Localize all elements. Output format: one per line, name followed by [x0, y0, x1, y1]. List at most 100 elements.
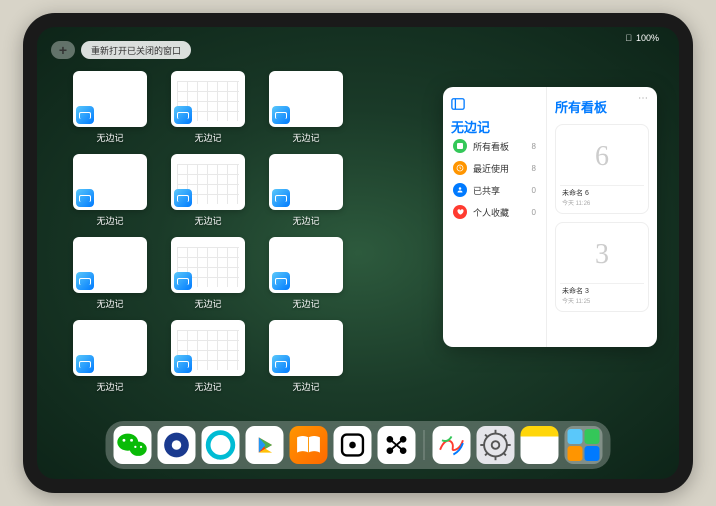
board-card[interactable]: 6 未命名 6 今天 11:26 — [555, 124, 649, 214]
tile-label: 无边记 — [194, 131, 221, 144]
freeform-app-icon — [174, 189, 192, 207]
app-window-tile[interactable]: 无边记 — [263, 154, 349, 227]
tile-label: 无边记 — [292, 297, 319, 310]
dots-icon[interactable] — [378, 426, 416, 464]
tile-label: 无边记 — [194, 214, 221, 227]
tile-label: 无边记 — [96, 380, 123, 393]
app-window-tile[interactable]: 无边记 — [67, 320, 153, 393]
boards-icon — [453, 139, 467, 153]
freeform-app-icon — [76, 106, 94, 124]
settings-icon[interactable] — [477, 426, 515, 464]
app-window-tile[interactable]: 无边记 — [165, 237, 251, 310]
mini-app-icon — [568, 429, 583, 444]
panel-item-share[interactable]: 已共享 0 — [451, 180, 538, 200]
app-window-tile[interactable]: 无边记 — [67, 71, 153, 144]
freeform-app-icon — [174, 355, 192, 373]
tile-label: 无边记 — [292, 131, 319, 144]
panel-item-clock[interactable]: 最近使用 8 — [451, 158, 538, 178]
board-card[interactable]: 3 未命名 3 今天 11:25 — [555, 222, 649, 312]
app-window-tile[interactable]: 无边记 — [263, 320, 349, 393]
item-count: 0 — [532, 208, 536, 217]
notes-icon[interactable] — [521, 426, 559, 464]
board-preview: 3 — [560, 227, 644, 283]
panel-right: ⋯ 所有看板 6 未命名 6 今天 11:26 3 未命名 3 今天 11:25 — [547, 87, 657, 347]
dice-icon[interactable] — [334, 426, 372, 464]
mini-app-icon — [585, 429, 600, 444]
tile-preview — [73, 237, 147, 293]
share-icon — [453, 183, 467, 197]
board-info: 未命名 3 今天 11:25 — [560, 283, 644, 307]
tile-label: 无边记 — [194, 380, 221, 393]
tile-label: 无边记 — [96, 131, 123, 144]
tile-preview — [269, 320, 343, 376]
books-icon[interactable] — [290, 426, 328, 464]
board-preview: 6 — [560, 129, 644, 185]
tile-preview — [73, 154, 147, 210]
freeform-app-icon — [76, 355, 94, 373]
top-controls: + 重新打开已关闭的窗口 — [51, 41, 191, 59]
tile-label: 无边记 — [96, 297, 123, 310]
svg-text:HD: HD — [216, 455, 224, 461]
app-window-tile[interactable]: 无边记 — [165, 71, 251, 144]
freeform-app-icon — [76, 189, 94, 207]
tile-preview — [269, 154, 343, 210]
panel-item-boards[interactable]: 所有看板 8 — [451, 136, 538, 156]
item-count: 8 — [532, 142, 536, 151]
app-window-tile[interactable]: 无边记 — [67, 154, 153, 227]
panel-left: 无边记 所有看板 8 最近使用 8 已共享 0 个人收藏 0 — [443, 87, 547, 347]
freeform-icon[interactable] — [433, 426, 471, 464]
freeform-app-icon — [272, 355, 290, 373]
tile-preview — [171, 237, 245, 293]
heart-icon — [453, 205, 467, 219]
item-count: 0 — [532, 186, 536, 195]
board-time: 今天 11:25 — [562, 296, 642, 305]
freeform-app-icon — [76, 272, 94, 290]
item-label: 所有看板 — [473, 140, 526, 153]
panel-list: 所有看板 8 最近使用 8 已共享 0 个人收藏 0 — [451, 136, 538, 222]
item-label: 已共享 — [473, 184, 526, 197]
board-info: 未命名 6 今天 11:26 — [560, 185, 644, 209]
app-window-tile[interactable]: 无边记 — [67, 237, 153, 310]
panel-right-title: 所有看板 — [555, 97, 649, 116]
sidebar-icon[interactable] — [451, 97, 465, 111]
qq-browser-icon[interactable]: HD — [202, 426, 240, 464]
freeform-side-panel: 无边记 所有看板 8 最近使用 8 已共享 0 个人收藏 0 ⋯ 所有看板 6 … — [443, 87, 657, 347]
freeform-app-icon — [272, 272, 290, 290]
item-label: 最近使用 — [473, 162, 526, 175]
tile-preview — [171, 154, 245, 210]
mini-app-icon — [568, 446, 583, 461]
status-bar: 􀙇 100% — [625, 33, 659, 43]
panel-item-heart[interactable]: 个人收藏 0 — [451, 202, 538, 222]
dock: HD — [106, 421, 611, 469]
app-library-icon[interactable] — [565, 426, 603, 464]
tile-preview — [269, 237, 343, 293]
item-count: 8 — [532, 164, 536, 173]
tile-label: 无边记 — [96, 214, 123, 227]
board-name: 未命名 6 — [562, 188, 642, 198]
app-window-tile[interactable]: 无边记 — [165, 320, 251, 393]
ipad-frame: 􀙇 100% + 重新打开已关闭的窗口 无边记无边记无边记无边记无边记无边记无边… — [23, 13, 693, 493]
new-window-button[interactable]: + — [51, 41, 75, 59]
freeform-app-icon — [174, 272, 192, 290]
clock-icon — [453, 161, 467, 175]
wifi-icon: 􀙇 — [625, 33, 632, 43]
more-button[interactable]: ⋯ — [638, 93, 649, 104]
tile-preview — [269, 71, 343, 127]
play-icon[interactable] — [246, 426, 284, 464]
app-window-tile[interactable]: 无边记 — [263, 71, 349, 144]
battery-label: 100% — [636, 33, 659, 43]
app-window-tile[interactable]: 无边记 — [263, 237, 349, 310]
screen: 􀙇 100% + 重新打开已关闭的窗口 无边记无边记无边记无边记无边记无边记无边… — [37, 27, 679, 479]
tile-preview — [171, 320, 245, 376]
app-switcher-grid: 无边记无边记无边记无边记无边记无边记无边记无边记无边记无边记无边记无边记 — [67, 71, 447, 393]
tile-preview — [73, 71, 147, 127]
browser-blue-icon[interactable] — [158, 426, 196, 464]
tile-label: 无边记 — [292, 214, 319, 227]
freeform-app-icon — [174, 106, 192, 124]
freeform-app-icon — [272, 189, 290, 207]
app-window-tile[interactable]: 无边记 — [165, 154, 251, 227]
reopen-closed-window-button[interactable]: 重新打开已关闭的窗口 — [81, 41, 191, 59]
tile-preview — [73, 320, 147, 376]
tile-label: 无边记 — [292, 380, 319, 393]
wechat-icon[interactable] — [114, 426, 152, 464]
